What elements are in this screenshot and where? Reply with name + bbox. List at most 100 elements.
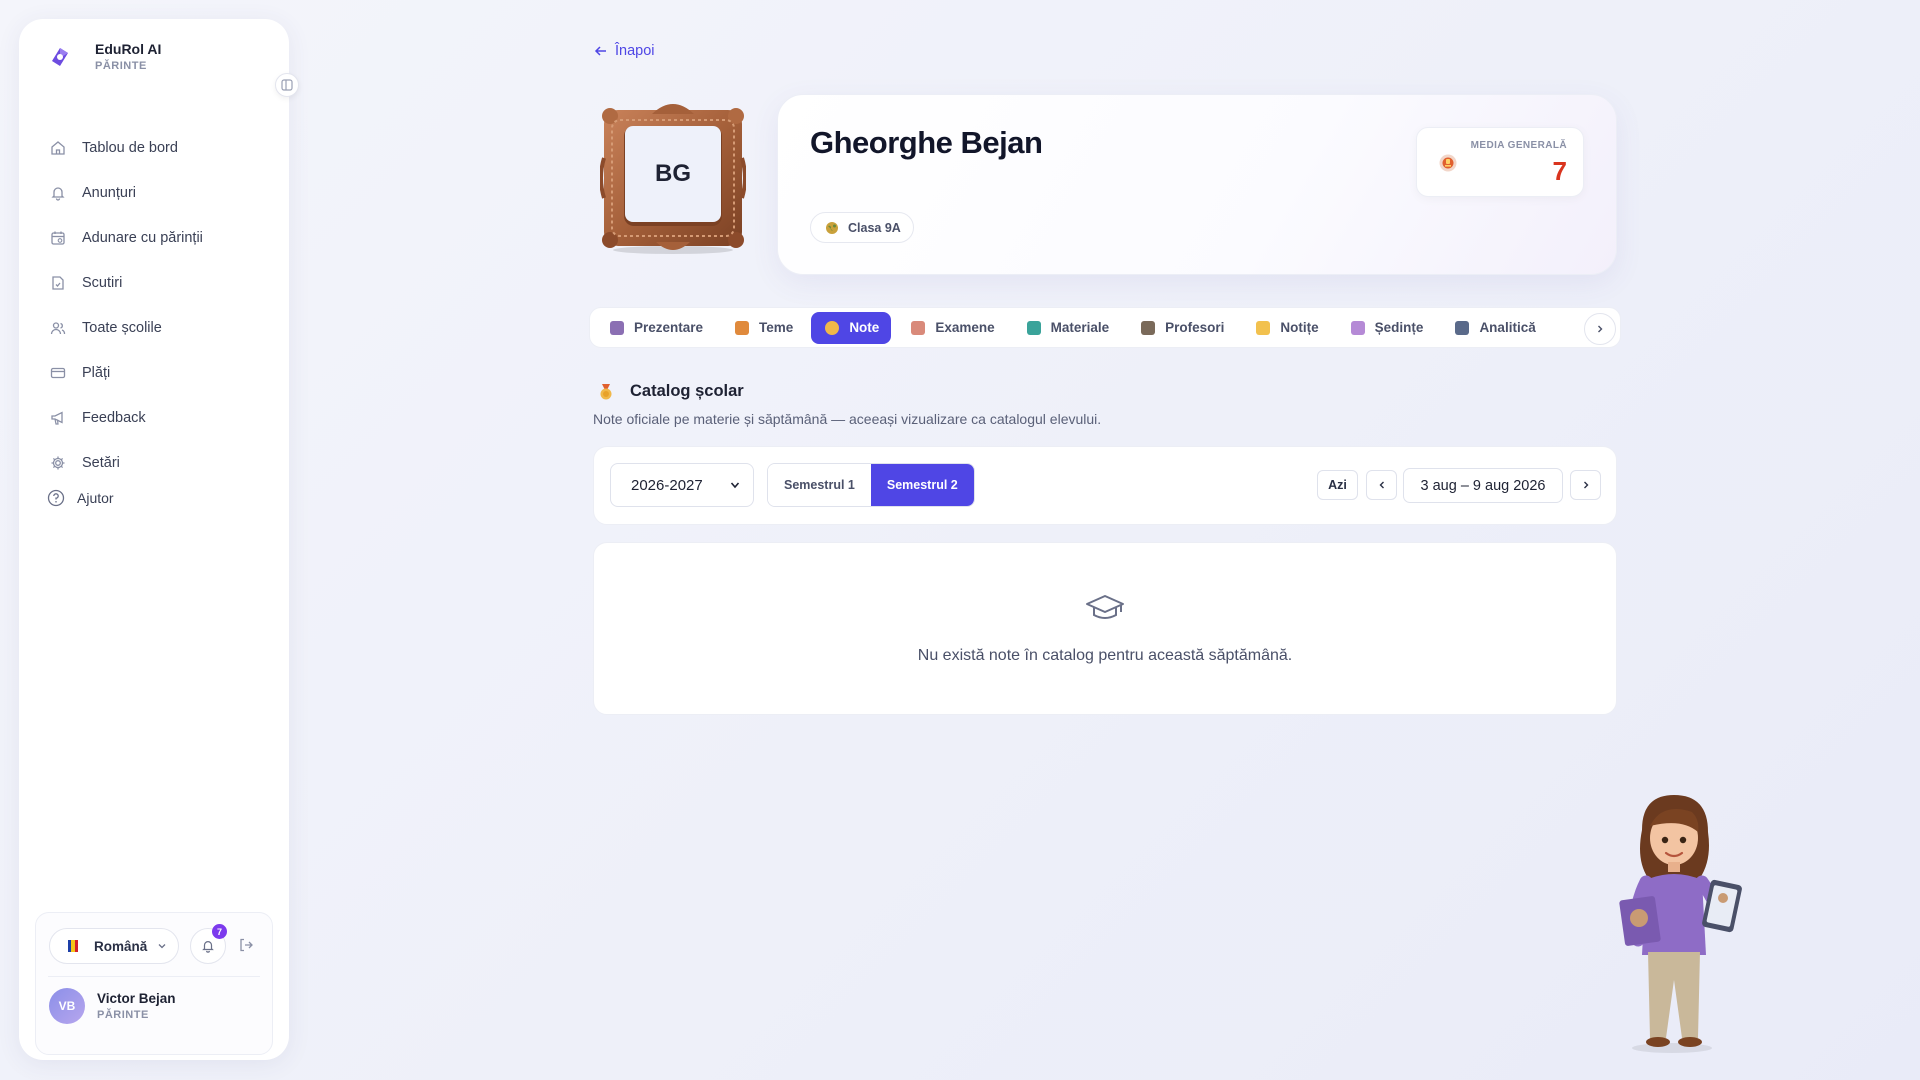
semester-toggle: Semestrul 1 Semestrul 2 [767,463,975,507]
brand-role: PĂRINTE [95,60,147,72]
help-label: Ajutor [77,490,114,506]
document-icon [49,274,67,292]
sidebar-item-label: Feedback [82,409,146,426]
sidebar-item-all-schools[interactable]: Toate școlile [49,305,269,350]
medal-icon [825,320,840,335]
catalog-header: Catalog școlar [598,382,744,401]
sidebar-item-parent-meetings[interactable]: Adunare cu părinții [49,215,269,260]
tab-label: Notițe [1280,320,1319,335]
catalog-filters: 2026-2027 Semestrul 1 Semestrul 2 Azi 3 … [593,446,1617,525]
chevron-right-icon [1583,481,1588,489]
semester-1-button[interactable]: Semestrul 1 [768,464,871,506]
previous-week-button[interactable] [1366,470,1397,500]
user-name: Victor Bejan [97,991,176,1006]
meetings-icon [1350,320,1365,335]
sidebar-item-label: Tablou de bord [82,139,178,156]
users-icon [49,319,67,337]
tab-examene[interactable]: Examene [897,312,1006,344]
sidebar: EduRol AI PĂRINTE Tablou de bord Anunțur… [19,19,299,1060]
tab-notite[interactable]: Notițe [1242,312,1330,344]
globe-icon [826,221,838,234]
average-grade-card: MEDIA GENERALĂ 7 [1416,127,1584,197]
brand[interactable]: EduRol AI PĂRINTE [45,41,161,72]
language-selector[interactable]: Română [49,928,179,964]
catalog-empty-state: Nu există note în catalog pentru această… [593,542,1617,715]
sidebar-item-exemptions[interactable]: Scutiri [49,260,269,305]
sidebar-item-label: Plăți [82,364,111,381]
next-week-button[interactable] [1570,470,1601,500]
megaphone-icon [49,409,67,427]
avatar: VB [49,988,85,1024]
tab-label: Materiale [1050,320,1110,335]
semester-2-button[interactable]: Semestrul 2 [870,464,974,506]
class-badge[interactable]: Clasa 9A [810,212,914,243]
empty-message: Nu există note în catalog pentru această… [917,647,1293,664]
chevron-right-icon [1598,325,1603,333]
tab-label: Analitică [1479,320,1536,335]
back-link[interactable]: Înapoi [594,43,655,59]
sidebar-item-label: Adunare cu părinții [82,229,203,246]
tabs-scroll-right-button[interactable] [1584,313,1616,345]
graduation-cap-icon [1086,595,1124,619]
catalog-subtitle: Note oficiale pe materie și săptămână — … [593,411,1102,427]
school-year-value: 2026-2027 [631,476,703,494]
notifications-button[interactable]: 7 [190,924,227,964]
catalog-title: Catalog școlar [630,382,744,400]
sidebar-item-label: Toate școlile [82,319,162,336]
tab-label: Examene [935,320,995,335]
brand-logo-icon [45,42,75,72]
sidebar-item-payments[interactable]: Plăți [49,350,269,395]
notification-count-badge: 7 [212,924,227,939]
tab-label: Profesori [1165,320,1225,335]
materials-icon [1026,320,1041,335]
sidebar-item-label: Scutiri [82,274,123,291]
help-link[interactable]: Ajutor [47,489,114,507]
student-avatar-frame: BG [599,98,747,254]
home-icon [49,139,67,157]
today-button[interactable]: Azi [1317,470,1358,500]
week-range-button[interactable]: 3 aug – 9 aug 2026 [1403,468,1563,503]
gear-icon [49,454,67,472]
language-label: Română [94,938,148,954]
overview-icon [610,320,624,335]
chevron-left-icon [1379,481,1384,489]
student-tabs: Prezentare Teme Note Examene Materiale P… [589,307,1621,348]
teachers-icon [1141,320,1156,335]
trophy-icon [1439,154,1457,172]
chevron-down-icon [730,482,740,489]
help-icon [47,489,65,507]
tab-sedinte[interactable]: Ședințe [1337,312,1436,344]
sidebar-item-settings[interactable]: Setări [49,440,269,485]
user-profile[interactable]: VB Victor Bejan PĂRINTE [49,988,176,1024]
tab-materiale[interactable]: Materiale [1013,312,1122,344]
sidebar-item-dashboard[interactable]: Tablou de bord [49,125,269,170]
class-label: Clasa 9A [848,220,901,235]
sidebar-item-label: Anunțuri [82,184,137,201]
sidebar-item-feedback[interactable]: Feedback [49,395,269,440]
folder-icon [735,320,750,335]
school-year-select[interactable]: 2026-2027 [610,463,754,507]
tab-label: Ședințe [1374,320,1424,335]
exam-icon [911,320,926,335]
tab-teme[interactable]: Teme [721,312,805,344]
tab-label: Teme [759,320,794,335]
tab-profesori[interactable]: Profesori [1127,312,1236,344]
teacher-mascot-illustration [1612,790,1760,1070]
student-profile-card: Gheorghe Bejan Clasa 9A MEDIA GENERALĂ 7 [777,94,1617,275]
medal-icon [600,383,612,399]
average-value: 7 [1552,156,1567,186]
tab-prezentare[interactable]: Prezentare [610,312,715,344]
student-initials: BG [655,160,691,187]
tab-note[interactable]: Note [811,311,892,344]
average-label: MEDIA GENERALĂ [1470,140,1567,151]
collapse-sidebar-button[interactable] [275,73,299,97]
calendar-icon [49,229,67,247]
account-panel: Română 7 VB Victor Bejan PĂRINTE [35,912,273,1055]
sidebar-item-label: Setări [82,454,120,471]
tab-analitica[interactable]: Analitică [1441,312,1547,344]
divider [48,976,260,977]
sidebar-item-announcements[interactable]: Anunțuri [49,170,269,215]
analytics-icon [1455,320,1470,335]
logout-button[interactable] [238,937,254,958]
chevron-down-icon [158,944,166,949]
